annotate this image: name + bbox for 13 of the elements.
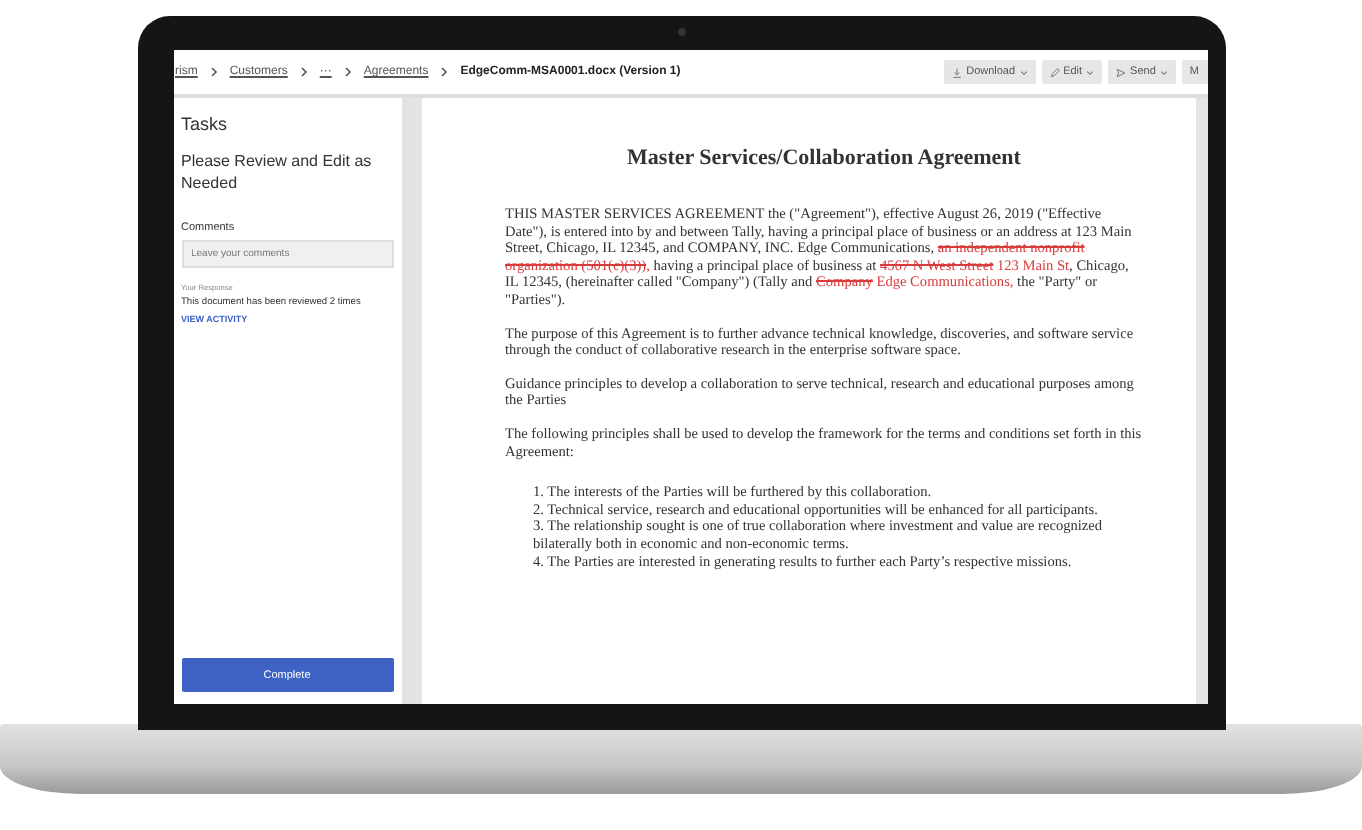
task-title: Please Review and Edit as Needed [181, 150, 374, 194]
send-icon [1116, 67, 1127, 77]
caret-icon [1086, 69, 1095, 75]
panel-title: Tasks [181, 114, 230, 134]
chevron-icon [440, 66, 449, 78]
document-heading: Master Services/Collaboration Agreement [625, 146, 1023, 170]
download-icon [952, 67, 963, 77]
pencil-icon [1049, 67, 1060, 77]
chevron-icon [209, 66, 218, 78]
caret-icon [1019, 69, 1028, 75]
caret-icon [1159, 69, 1168, 75]
chevron-icon [343, 66, 352, 78]
chevron-icon [299, 66, 308, 78]
